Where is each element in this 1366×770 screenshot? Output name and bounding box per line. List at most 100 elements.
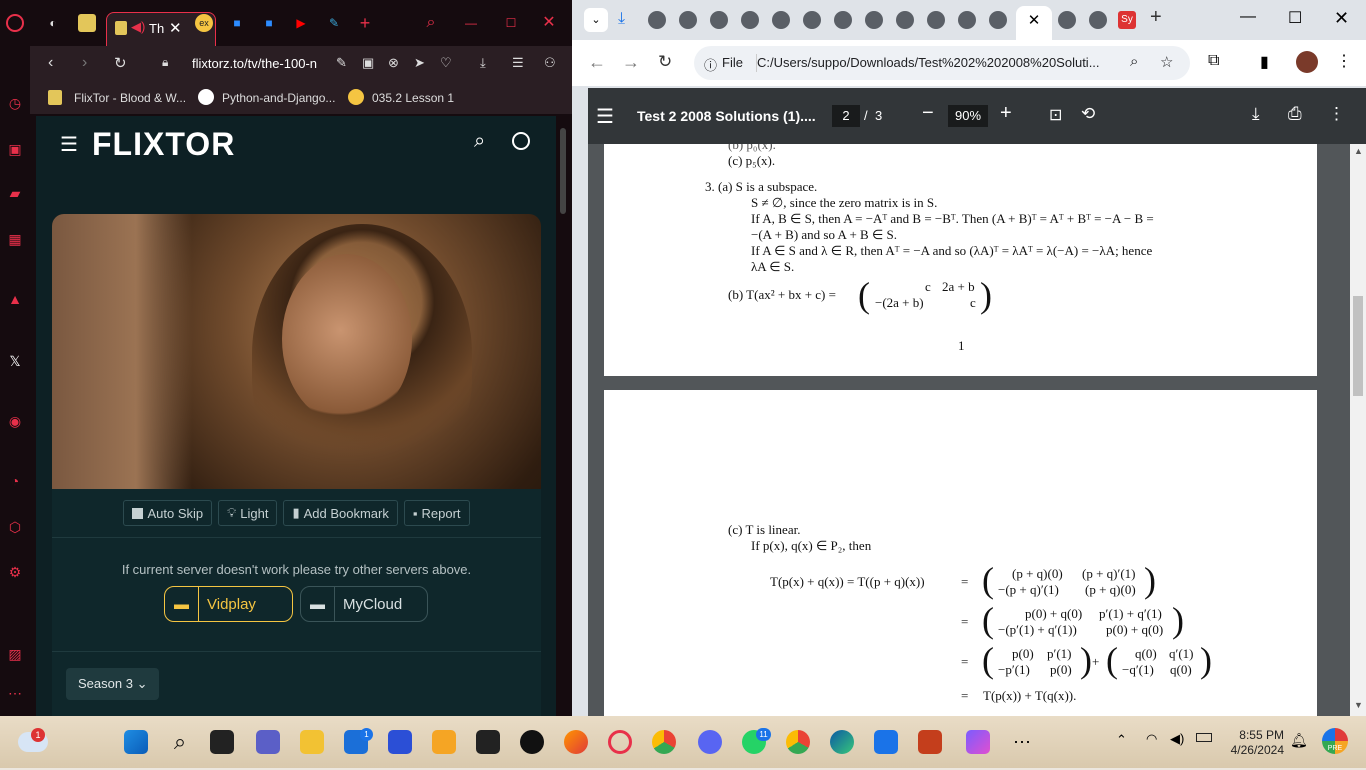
settings-icon[interactable]: ⚙ xyxy=(6,563,24,581)
close-tab-icon[interactable]: ✕ xyxy=(169,19,182,37)
bag-icon[interactable]: ▣ xyxy=(6,140,24,158)
season-dropdown[interactable]: Season 3 ⌄ xyxy=(66,668,160,700)
reload-icon[interactable]: ↻ xyxy=(114,54,127,72)
server-mycloud-button[interactable]: ▬ MyCloud xyxy=(300,586,428,622)
profile-icon[interactable]: ⚇ xyxy=(544,55,556,71)
ex-tab-icon[interactable]: ex xyxy=(195,14,213,32)
camera-icon[interactable]: ▣ xyxy=(362,55,374,71)
print-icon[interactable]: ⎙ xyxy=(1288,104,1302,124)
powerpoint-icon[interactable] xyxy=(918,730,942,754)
more-icon[interactable]: ⋯ xyxy=(6,684,24,702)
user-icon[interactable] xyxy=(512,132,530,150)
zoom-tab2-icon[interactable]: ■ xyxy=(260,12,278,34)
wifi-icon[interactable]: ◠ xyxy=(1146,731,1157,747)
url-field[interactable]: flixtorz.to/tv/the-100-n xyxy=(192,56,317,71)
new-tab-icon[interactable]: + xyxy=(1150,6,1162,29)
bookmark-python[interactable]: Python-and-Django... xyxy=(222,91,335,105)
tab-favicon-icon[interactable] xyxy=(741,11,759,29)
scroll-thumb[interactable] xyxy=(560,128,566,214)
twitch-icon[interactable]: ▰ xyxy=(6,184,24,202)
vscode-alt-icon[interactable] xyxy=(388,730,412,754)
scroll-up-icon[interactable]: ▲ xyxy=(1354,146,1363,156)
tab-pin-icon[interactable] xyxy=(78,14,96,32)
tab-favicon-icon[interactable] xyxy=(865,11,883,29)
figma-icon[interactable] xyxy=(476,730,500,754)
gallery-icon[interactable]: ▨ xyxy=(6,645,24,663)
send-icon[interactable]: ➤ xyxy=(414,55,425,71)
maximize-icon[interactable]: ☐ xyxy=(1288,8,1302,28)
zoom-input[interactable]: 90% xyxy=(948,105,988,127)
download-icon[interactable]: ⤓ xyxy=(1252,104,1260,124)
edit-icon[interactable]: ✎ xyxy=(336,55,347,71)
gamepad-icon[interactable]: ◐ xyxy=(42,12,64,34)
tab-favicon-icon[interactable] xyxy=(1058,11,1076,29)
player-icon[interactable]: ◉ xyxy=(6,412,24,430)
tab-pencil-icon[interactable]: ✎ xyxy=(325,12,343,34)
easy-setup-icon[interactable]: ☰ xyxy=(512,55,524,71)
maximize-icon[interactable]: ☐ xyxy=(502,12,520,34)
video-player[interactable] xyxy=(52,214,541,489)
search-tabs-icon[interactable]: ⌕ xyxy=(422,12,440,34)
opera-logo-icon[interactable] xyxy=(6,14,24,32)
speed-dial-icon[interactable]: ◷ xyxy=(6,94,24,112)
server-vidplay-button[interactable]: ▬ Vidplay xyxy=(164,586,293,622)
start-icon[interactable] xyxy=(124,730,148,754)
forward-icon[interactable]: › xyxy=(82,54,87,72)
tab-favicon-icon[interactable] xyxy=(896,11,914,29)
bookmark-flixtor[interactable]: FlixTor - Blood & W... xyxy=(74,91,186,105)
notification-bell-icon[interactable]: 🔔︎ xyxy=(1290,732,1308,749)
x-icon[interactable]: 𝕏 xyxy=(6,352,24,370)
tab-favicon-icon[interactable] xyxy=(679,11,697,29)
close-window-icon[interactable]: ✕ xyxy=(1334,8,1349,29)
zoom-out-icon[interactable]: − xyxy=(922,102,934,125)
cube-icon[interactable]: ⬡ xyxy=(6,518,24,536)
more-apps-icon[interactable]: ⋯ xyxy=(1010,730,1034,754)
sy-tab-icon[interactable]: Sy xyxy=(1118,11,1136,29)
close-active-tab-icon[interactable]: ✕ xyxy=(1016,6,1052,40)
new-tab-icon[interactable]: + xyxy=(356,12,374,34)
file-explorer-icon[interactable] xyxy=(300,730,324,754)
download-tab-icon[interactable]: ⤓ xyxy=(618,10,625,28)
pdf-viewer[interactable]: (b) p₀(x). (c) p₅(x). 3. (a) S is a subs… xyxy=(588,144,1350,716)
fit-page-icon[interactable]: ⊡ xyxy=(1049,105,1062,125)
star-icon[interactable]: ☆ xyxy=(1160,53,1173,71)
tab-favicon-icon[interactable] xyxy=(648,11,666,29)
side-panel-icon[interactable]: ▮ xyxy=(1260,52,1269,72)
forward-icon[interactable]: → xyxy=(622,52,640,73)
tab-favicon-icon[interactable] xyxy=(1089,11,1107,29)
youtube-tab-icon[interactable]: ▶ xyxy=(292,12,310,34)
scroll-down-icon[interactable]: ▼ xyxy=(1354,700,1363,710)
tab-search-icon[interactable]: ⌄ xyxy=(584,8,608,32)
search-icon[interactable]: ⌕ xyxy=(168,730,192,754)
task-view-icon[interactable] xyxy=(210,730,234,754)
minimize-icon[interactable]: — xyxy=(1240,8,1256,26)
zoom-tab-icon[interactable]: ■ xyxy=(228,12,246,34)
battery-icon[interactable] xyxy=(1196,733,1212,742)
back-icon[interactable]: ‹ xyxy=(48,54,53,72)
game-icon[interactable]: ▦ xyxy=(6,230,24,248)
close-window-icon[interactable]: ✕ xyxy=(540,12,558,34)
pdf-scrollbar[interactable]: ▲ ▼ xyxy=(1350,144,1366,716)
history-icon[interactable]: ◔ xyxy=(6,472,24,490)
zoom-in-icon[interactable]: + xyxy=(1000,102,1012,125)
chrome-profile-icon[interactable] xyxy=(786,730,810,754)
edge-icon[interactable] xyxy=(830,730,854,754)
clock[interactable]: 8:55 PM 4/26/2024 xyxy=(1222,728,1284,758)
tab-favicon-icon[interactable] xyxy=(989,11,1007,29)
tab-favicon-icon[interactable] xyxy=(958,11,976,29)
chrome-icon[interactable] xyxy=(652,730,676,754)
block-icon[interactable]: ⊗ xyxy=(388,55,399,71)
light-button[interactable]: 💡︎ Light xyxy=(218,500,278,526)
speaker-icon[interactable]: ◀) xyxy=(131,19,145,35)
tab-favicon-icon[interactable] xyxy=(710,11,728,29)
minimize-icon[interactable]: — xyxy=(462,12,480,34)
pre-badge-icon[interactable]: PRE xyxy=(1322,728,1348,754)
url-field[interactable]: C:/Users/suppo/Downloads/Test%202%202008… xyxy=(757,55,1129,70)
report-button[interactable]: ▪ Report xyxy=(403,500,470,526)
aria-icon[interactable]: ▲ xyxy=(6,290,24,308)
pdf-menu-icon[interactable]: ☰ xyxy=(596,104,614,129)
search-icon[interactable]: ⌕ xyxy=(474,130,485,153)
opera-icon[interactable] xyxy=(608,730,632,754)
firefox-icon[interactable] xyxy=(564,730,588,754)
opera-scrollbar[interactable] xyxy=(556,116,572,716)
